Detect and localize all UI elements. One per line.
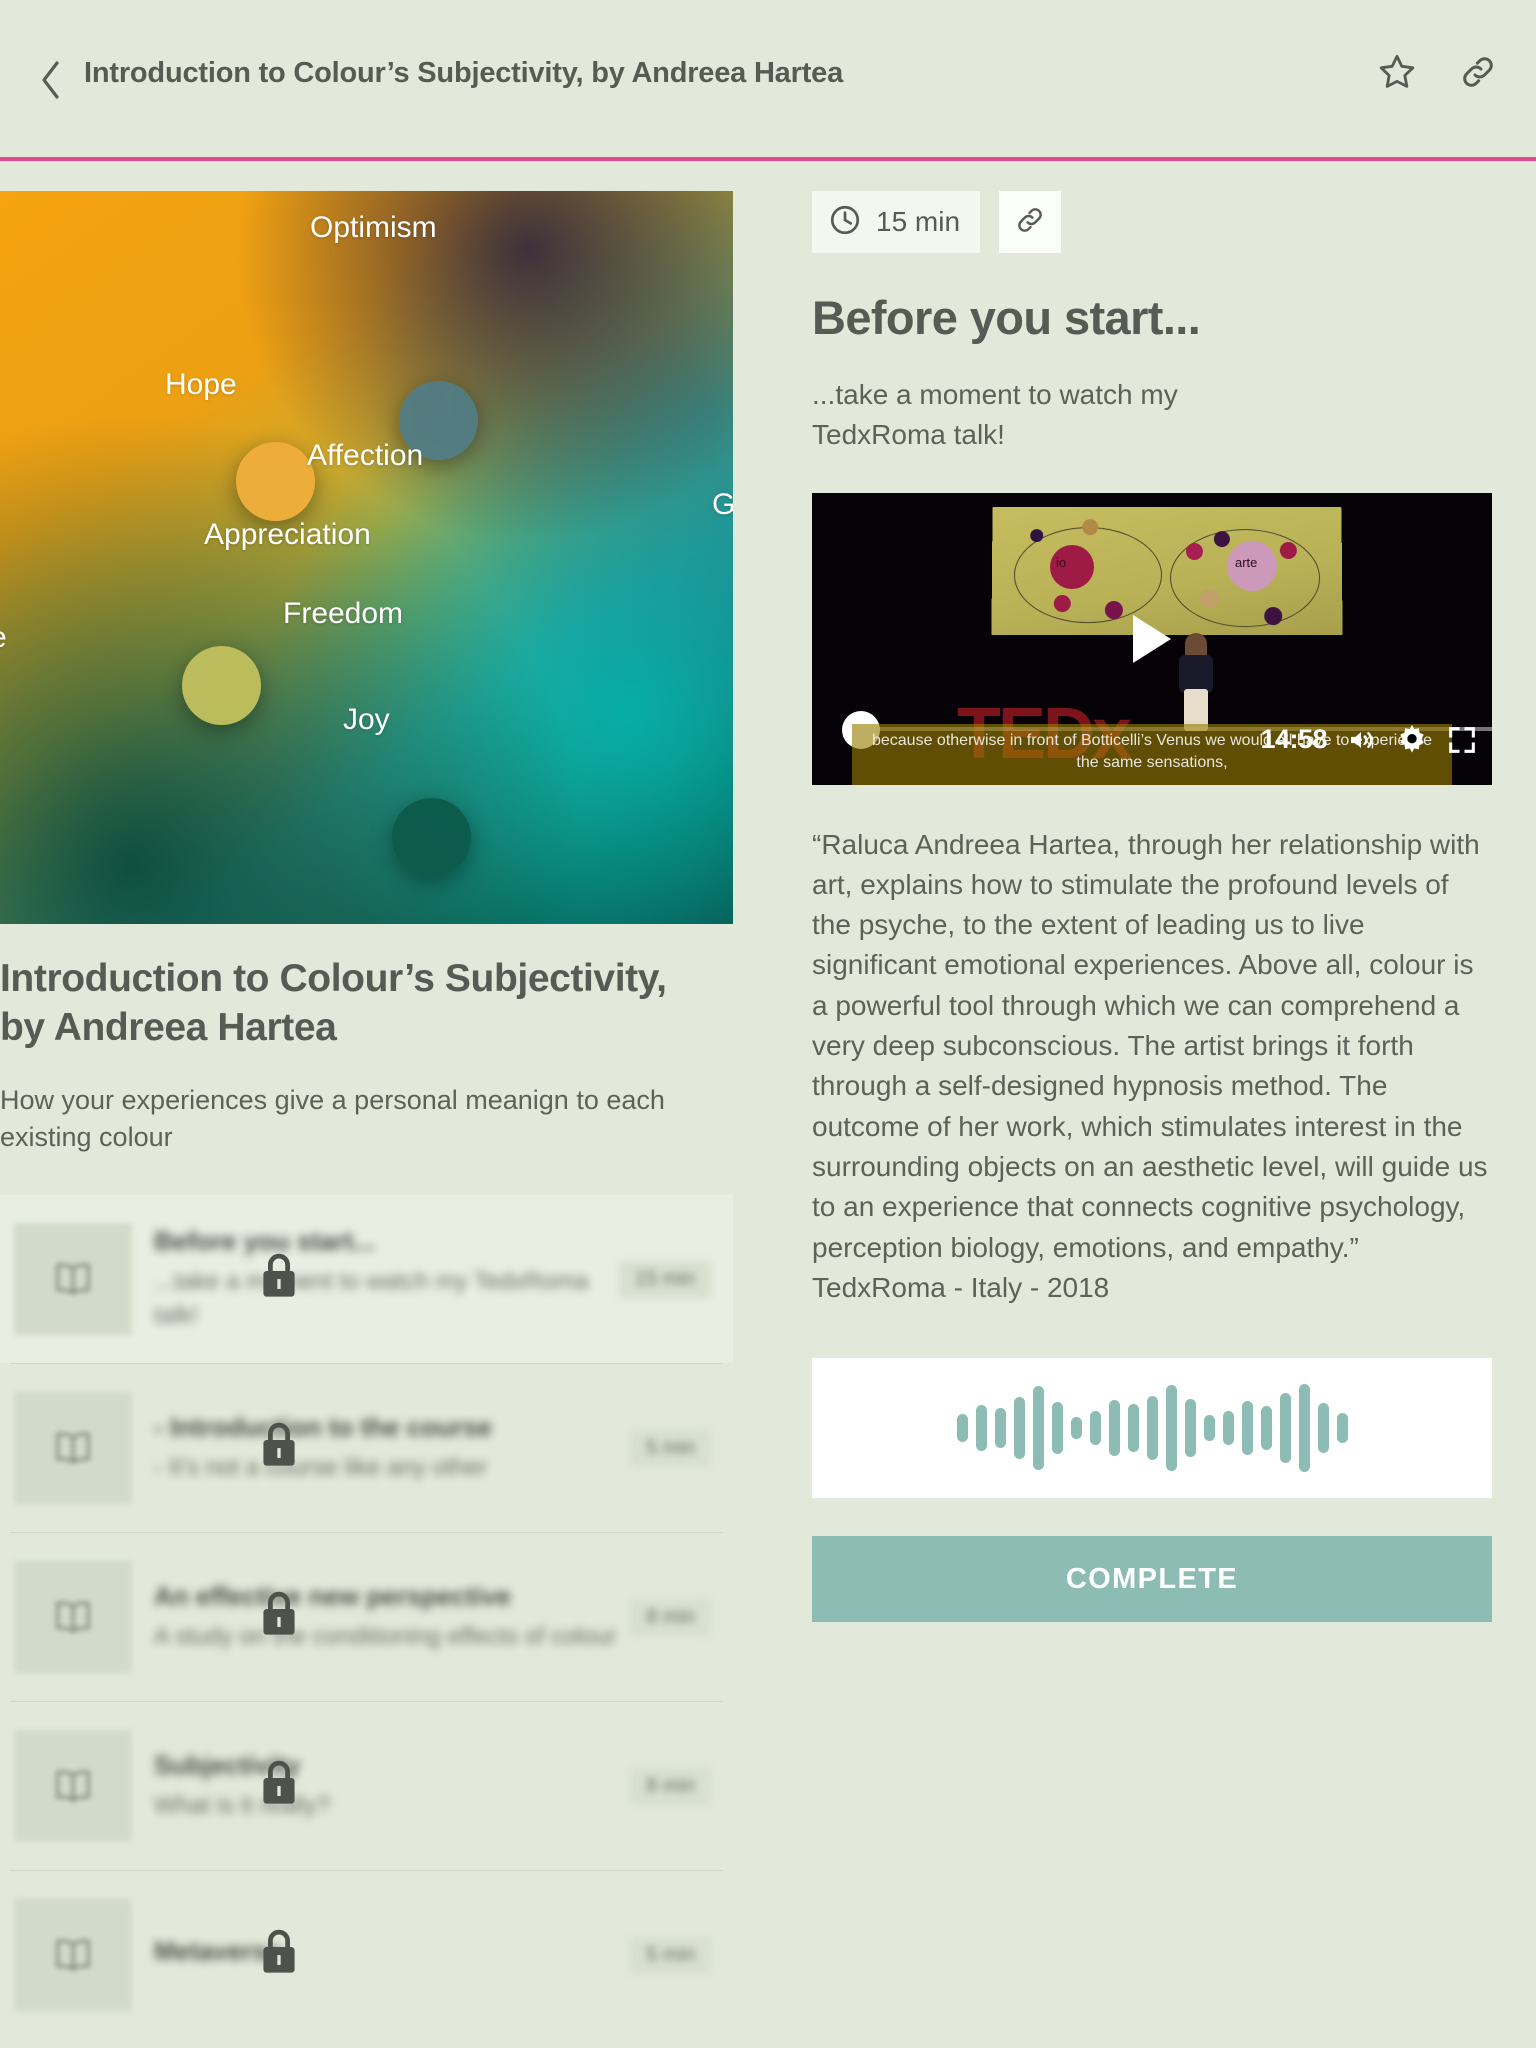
lock-icon (257, 1251, 301, 1308)
lesson-title: Before you start... (154, 1226, 376, 1257)
lesson-text: Metaverse (132, 1935, 630, 1975)
audio-waveform (956, 1378, 1348, 1478)
lesson-text: Subjectivity What is it really? (132, 1749, 630, 1823)
hero-dot (236, 442, 315, 521)
lesson-desc: A study on the conditioning effects of c… (154, 1622, 617, 1650)
play-icon[interactable] (1133, 614, 1171, 663)
list-item[interactable]: - Introduction to the course - It’s not … (0, 1364, 733, 1532)
book-icon (14, 1223, 132, 1335)
course-panel: Optimism Hope Affection Appreciation Fre… (0, 191, 733, 2048)
speaker-figure (1175, 632, 1217, 731)
slide-blob (1213, 530, 1230, 547)
lesson-duration: 5 min (630, 1429, 711, 1467)
share-link-button[interactable] (1456, 52, 1500, 96)
hero-label-partial-right: G (712, 488, 733, 521)
lesson-desc: - It’s not a course like any other (154, 1453, 488, 1481)
slide-label-io: io (1056, 554, 1067, 570)
hero-label-joy: Joy (343, 703, 390, 736)
gear-icon[interactable] (1395, 723, 1429, 757)
list-item[interactable]: An effective new perspective A study on … (0, 1533, 733, 1701)
slide-blob (1082, 518, 1099, 535)
hero-label-partial-left: e (0, 621, 7, 655)
lesson-text: - Introduction to the course - It’s not … (132, 1411, 630, 1485)
book-icon (14, 1392, 132, 1504)
chevron-left-icon (39, 60, 63, 100)
lock-icon (257, 1420, 301, 1477)
lesson-panel: 15 min Before you start... ...take a mom… (812, 191, 1492, 1623)
link-icon (1458, 52, 1498, 97)
lesson-title: - Introduction to the course (154, 1412, 492, 1443)
slide-label-arte: arte (1234, 554, 1258, 570)
video-player[interactable]: io arte TEDx because otherwise in front … (812, 492, 1492, 785)
lesson-list: Before you start... ...take a moment to … (0, 1195, 733, 2039)
lock-icon (257, 1927, 301, 1984)
header-actions (1375, 52, 1500, 96)
book-icon (14, 1899, 132, 2011)
hero-label-freedom: Freedom (283, 597, 404, 630)
volume-icon[interactable] (1344, 725, 1378, 755)
lesson-text: An effective new perspective A study on … (132, 1580, 630, 1654)
back-button[interactable] (34, 58, 68, 102)
hero-dot (182, 646, 261, 725)
book-icon (14, 1561, 132, 1673)
slide-blob (1030, 528, 1044, 542)
complete-button[interactable]: COMPLETE (812, 1536, 1492, 1623)
star-icon (1377, 52, 1417, 97)
book-icon (14, 1730, 132, 1842)
hero-dot (392, 798, 471, 877)
slide-blob (1200, 588, 1220, 608)
lesson-meta-row: 15 min (812, 191, 1492, 253)
lock-icon (257, 1758, 301, 1815)
list-item[interactable]: Before you start... ...take a moment to … (0, 1195, 733, 1363)
duration-badge: 15 min (812, 191, 981, 253)
duration-label: 15 min (876, 206, 961, 237)
hero-label-affection: Affection (307, 439, 424, 472)
lesson-intro: ...take a moment to watch my TedxRoma ta… (812, 379, 1178, 450)
lesson-heading: Before you start... (812, 291, 1201, 344)
hero-label-optimism: Optimism (310, 211, 437, 244)
slide-blob (1053, 594, 1071, 612)
list-item[interactable]: Subjectivity What is it really? 8 min (0, 1702, 733, 1870)
lesson-quote: “Raluca Andreea Hartea, through her rela… (812, 828, 1488, 1303)
lesson-duration: 5 min (630, 1936, 711, 1974)
video-controls: 14:58 (1260, 723, 1478, 757)
list-item[interactable]: Metaverse 5 min (0, 1871, 733, 2039)
lock-icon (257, 1589, 301, 1646)
course-title: Introduction to Colour’s Subjectivity, b… (0, 957, 667, 1049)
lesson-text: Before you start... ...take a moment to … (132, 1225, 619, 1333)
slide-blob (1264, 606, 1283, 625)
course-hero-image: Optimism Hope Affection Appreciation Fre… (0, 191, 733, 924)
page-title: Introduction to Colour’s Subjectivity, b… (84, 57, 844, 89)
slide-blob (1279, 541, 1297, 559)
video-time: 14:58 (1260, 724, 1327, 754)
course-subtitle: How your experiences give a personal mea… (0, 1085, 665, 1153)
link-icon (1014, 204, 1046, 241)
lesson-title: Metaverse (154, 1936, 282, 1967)
slide-blob (1104, 600, 1123, 619)
lesson-desc: What is it really? (154, 1791, 331, 1819)
clock-icon (828, 203, 862, 242)
app-header: Introduction to Colour’s Subjectivity, b… (0, 0, 1536, 158)
hero-label-appreciation: Appreciation (204, 518, 371, 551)
lesson-duration: 8 min (630, 1598, 711, 1636)
lesson-title: An effective new perspective (154, 1581, 511, 1612)
header-divider (0, 157, 1536, 161)
lesson-title: Subjectivity (154, 1750, 300, 1781)
lesson-duration: 8 min (630, 1767, 711, 1805)
fullscreen-icon[interactable] (1446, 724, 1478, 756)
lesson-duration: 15 min (618, 1260, 711, 1298)
slide-blob (1185, 542, 1203, 560)
lesson-share-button[interactable] (999, 191, 1062, 253)
lesson-desc: ...take a moment to watch my TedxRoma ta… (154, 1267, 589, 1329)
favorite-button[interactable] (1375, 52, 1419, 96)
audio-player[interactable] (812, 1358, 1492, 1499)
hero-label-hope: Hope (165, 368, 237, 401)
